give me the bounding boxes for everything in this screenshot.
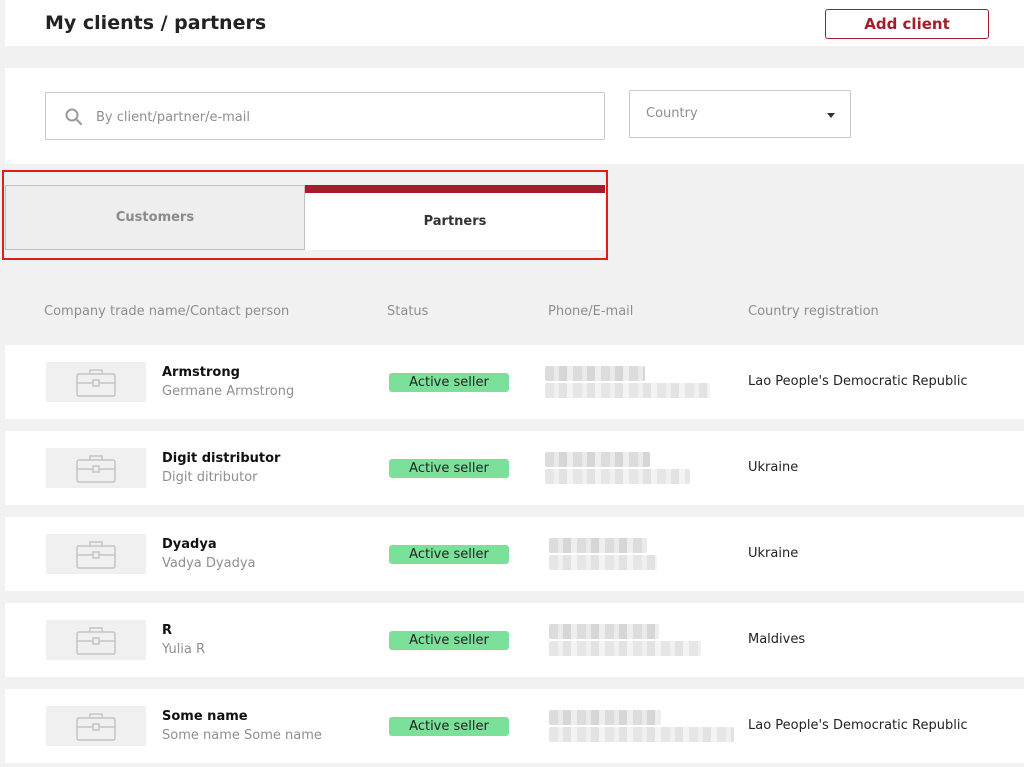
- briefcase-icon: [76, 627, 116, 655]
- table-row[interactable]: R Yulia R Active seller Maldives: [5, 603, 1024, 677]
- registration-country: Ukraine: [748, 460, 799, 475]
- search-icon: [65, 108, 82, 125]
- company-name[interactable]: Digit distributor: [162, 451, 280, 466]
- status-badge: Active seller: [389, 373, 509, 392]
- column-header-company[interactable]: Company trade name/Contact person: [44, 304, 289, 319]
- phone-redacted: [545, 366, 645, 381]
- briefcase-icon: [76, 455, 116, 483]
- registration-country: Lao People's Democratic Republic: [748, 374, 968, 389]
- registration-country: Ukraine: [748, 546, 799, 561]
- add-client-button[interactable]: Add client: [825, 9, 989, 39]
- email-redacted: [549, 641, 701, 656]
- email-redacted: [549, 555, 657, 570]
- column-header-phone-email[interactable]: Phone/E-mail: [548, 304, 633, 319]
- phone-redacted: [549, 538, 647, 553]
- company-logo: [46, 534, 146, 574]
- status-badge: Active seller: [389, 545, 509, 564]
- filters-panel: Country: [5, 68, 1024, 164]
- status-badge: Active seller: [389, 631, 509, 650]
- phone-redacted: [549, 624, 659, 639]
- registration-country: Lao People's Democratic Republic: [748, 718, 968, 733]
- company-logo: [46, 362, 146, 402]
- registration-country: Maldives: [748, 632, 806, 647]
- contact-person: Yulia R: [162, 642, 206, 657]
- contact-person: Digit ditributor: [162, 470, 258, 485]
- company-name[interactable]: R: [162, 623, 172, 638]
- tabs-highlight-box: [2, 170, 608, 260]
- contact-person: Germane Armstrong: [162, 384, 295, 399]
- phone-redacted: [549, 710, 661, 725]
- email-redacted: [549, 727, 734, 742]
- chevron-down-icon: [827, 113, 835, 118]
- status-badge: Active seller: [389, 459, 509, 478]
- phone-redacted: [545, 452, 650, 467]
- briefcase-icon: [76, 369, 116, 397]
- search-input[interactable]: [96, 105, 586, 129]
- company-name[interactable]: Some name: [162, 709, 248, 724]
- table-row[interactable]: Some name Some name Some name Active sel…: [5, 689, 1024, 763]
- company-logo: [46, 706, 146, 746]
- contact-person: Some name Some name: [162, 728, 322, 743]
- page-header: My clients / partners Add client: [5, 0, 1024, 46]
- status-badge: Active seller: [389, 717, 509, 736]
- search-box[interactable]: [45, 92, 605, 140]
- country-select[interactable]: Country: [629, 90, 851, 138]
- company-logo: [46, 620, 146, 660]
- table-row[interactable]: Digit distributor Digit ditributor Activ…: [5, 431, 1024, 505]
- briefcase-icon: [76, 541, 116, 569]
- company-name[interactable]: Armstrong: [162, 365, 240, 380]
- briefcase-icon: [76, 713, 116, 741]
- column-header-country[interactable]: Country registration: [748, 304, 879, 319]
- page-title: My clients / partners: [45, 12, 267, 34]
- company-name[interactable]: Dyadya: [162, 537, 217, 552]
- table-row[interactable]: Armstrong Germane Armstrong Active selle…: [5, 345, 1024, 419]
- email-redacted: [545, 383, 710, 398]
- contact-person: Vadya Dyadya: [162, 556, 256, 571]
- country-select-label: Country: [646, 106, 698, 121]
- table-row[interactable]: Dyadya Vadya Dyadya Active seller Ukrain…: [5, 517, 1024, 591]
- email-redacted: [545, 469, 690, 484]
- company-logo: [46, 448, 146, 488]
- column-header-status[interactable]: Status: [387, 304, 428, 319]
